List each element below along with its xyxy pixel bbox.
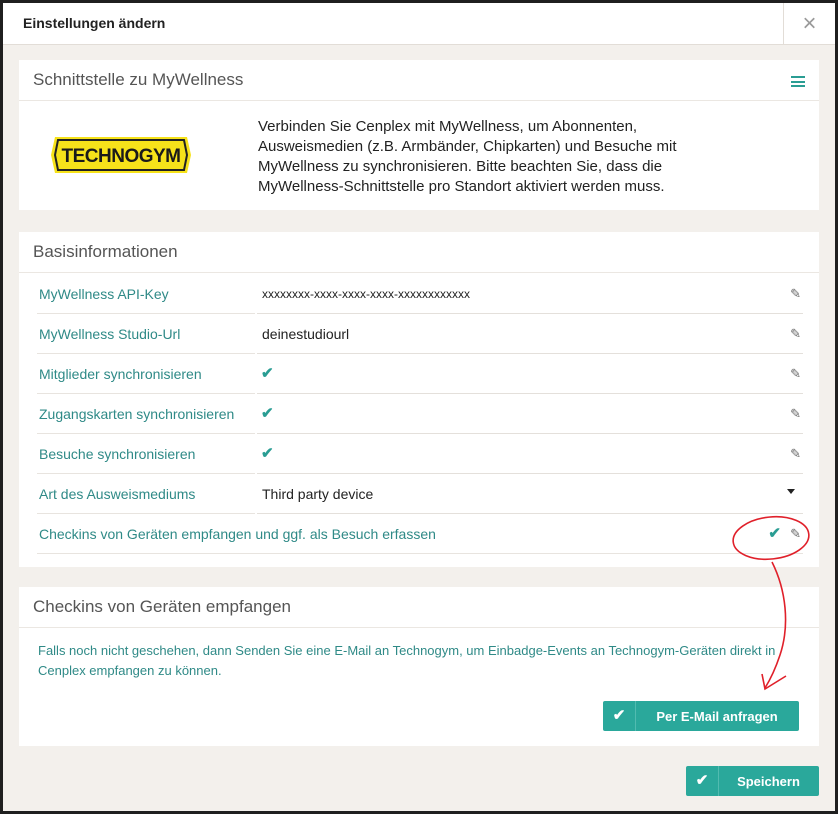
checkins-panel-header: Checkins von Geräten empfangen — [19, 587, 819, 628]
sync-members-checkbox[interactable]: ✔ — [261, 364, 274, 382]
technogym-logo: TECHNOGYM — [51, 137, 191, 173]
dialog-header: Einstellungen ändern × — [3, 3, 835, 45]
edit-receive-checkins-pencil-icon[interactable]: ✎ — [790, 526, 801, 542]
receive-checkins-checkbox[interactable]: ✔ — [768, 524, 781, 542]
sync-members-row: Mitglieder synchronisieren ✔ ✎ — [37, 354, 803, 394]
studio-url-value[interactable]: deinestudiourl — [262, 326, 349, 342]
checkins-info-text: Falls noch nicht geschehen, dann Senden … — [38, 643, 776, 678]
sync-members-label: Mitglieder synchronisieren — [39, 366, 202, 382]
edit-sync-members-pencil-icon[interactable]: ✎ — [790, 366, 801, 382]
sync-access-cards-checkbox[interactable]: ✔ — [261, 404, 274, 422]
check-icon: ✔ — [603, 701, 636, 731]
request-by-email-label: Per E-Mail anfragen — [656, 709, 778, 724]
studio-url-row: MyWellness Studio-Url deinestudiourl ✎ — [37, 314, 803, 354]
studio-url-label: MyWellness Studio-Url — [39, 326, 181, 342]
sync-access-cards-row: Zugangskarten synchronisieren ✔ ✎ — [37, 394, 803, 434]
id-medium-type-row: Art des Ausweismediums Third party devic… — [37, 474, 803, 514]
interface-panel: Schnittstelle zu MyWellness TECHNOGYM Ve… — [19, 60, 819, 210]
settings-dialog: Einstellungen ändern × Schnittstelle zu … — [3, 3, 835, 811]
close-icon[interactable]: × — [783, 3, 835, 45]
save-label: Speichern — [737, 774, 800, 789]
interface-description: Verbinden Sie Cenplex mit MyWellness, um… — [258, 118, 677, 195]
edit-sync-access-cards-pencil-icon[interactable]: ✎ — [790, 406, 801, 422]
interface-panel-title: Schnittstelle zu MyWellness — [33, 70, 244, 89]
checkins-panel: Checkins von Geräten empfangen Falls noc… — [19, 587, 819, 746]
id-medium-type-select[interactable]: Third party device — [262, 486, 373, 502]
receive-checkins-label: Checkins von Geräten empfangen und ggf. … — [39, 526, 436, 542]
api-key-value[interactable]: xxxxxxxx-xxxx-xxxx-xxxx-xxxxxxxxxxxx — [262, 287, 470, 301]
receive-checkins-row: Checkins von Geräten empfangen und ggf. … — [37, 514, 803, 554]
basis-panel-header: Basisinformationen — [19, 232, 819, 273]
sync-visits-row: Besuche synchronisieren ✔ ✎ — [37, 434, 803, 474]
id-medium-type-label: Art des Ausweismediums — [39, 486, 196, 502]
check-icon: ✔ — [686, 766, 719, 796]
basis-panel-title: Basisinformationen — [33, 242, 178, 261]
edit-studio-url-pencil-icon[interactable]: ✎ — [790, 326, 801, 342]
interface-panel-header: Schnittstelle zu MyWellness — [19, 60, 819, 101]
sync-visits-checkbox[interactable]: ✔ — [261, 444, 274, 462]
sync-access-cards-label: Zugangskarten synchronisieren — [39, 406, 235, 422]
api-key-label: MyWellness API-Key — [39, 286, 169, 302]
dialog-title: Einstellungen ändern — [23, 15, 166, 31]
request-by-email-button[interactable]: ✔ Per E-Mail anfragen — [603, 701, 799, 731]
edit-api-key-pencil-icon[interactable]: ✎ — [790, 286, 801, 302]
save-button[interactable]: ✔ Speichern — [686, 766, 819, 796]
sync-visits-label: Besuche synchronisieren — [39, 446, 196, 462]
basis-panel: Basisinformationen MyWellness API-Key xx… — [19, 232, 819, 567]
api-key-row: MyWellness API-Key xxxxxxxx-xxxx-xxxx-xx… — [37, 274, 803, 314]
caret-down-icon[interactable] — [787, 489, 795, 494]
svg-text:TECHNOGYM: TECHNOGYM — [62, 146, 181, 167]
checkins-panel-title: Checkins von Geräten empfangen — [33, 597, 291, 616]
hamburger-menu-icon[interactable] — [791, 76, 805, 87]
edit-sync-visits-pencil-icon[interactable]: ✎ — [790, 446, 801, 462]
